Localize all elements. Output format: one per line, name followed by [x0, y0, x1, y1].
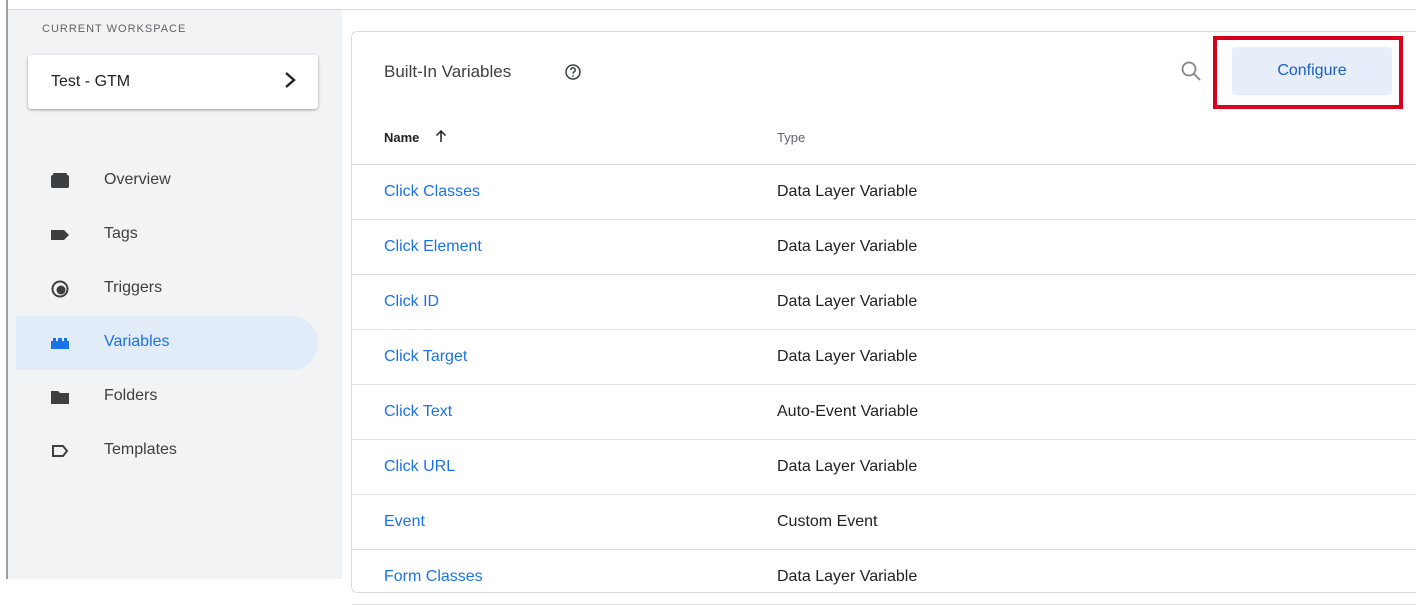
- sidebar-item-label: Tags: [104, 225, 138, 242]
- variable-type: Data Layer Variable: [777, 293, 918, 310]
- variable-name-link[interactable]: Click ID: [384, 293, 439, 311]
- overview-icon: [51, 173, 69, 188]
- variable-name-link[interactable]: Click Element: [384, 238, 482, 256]
- column-header-type: Type: [777, 130, 806, 145]
- table-row: Click ID Data Layer Variable: [352, 275, 1416, 330]
- sidebar-item-label: Folders: [104, 387, 158, 404]
- window-edge: [0, 0, 8, 579]
- top-bar: [0, 0, 1416, 10]
- workspace-label: CURRENT WORKSPACE: [42, 23, 187, 35]
- sidebar-item-variables[interactable]: Variables: [16, 316, 318, 370]
- table-row: Click Classes Data Layer Variable: [352, 165, 1416, 220]
- variable-name-link[interactable]: Click Classes: [384, 183, 480, 201]
- search-icon[interactable]: [1180, 60, 1202, 82]
- table-row: Event Custom Event: [352, 495, 1416, 550]
- sort-ascending-icon[interactable]: [434, 128, 448, 144]
- configure-button[interactable]: Configure: [1232, 47, 1392, 95]
- workspace-selector[interactable]: Test - GTM: [28, 55, 318, 109]
- tag-icon: [51, 230, 69, 240]
- variable-name-link[interactable]: Form Classes: [384, 568, 483, 586]
- sidebar-item-label: Variables: [104, 333, 170, 350]
- table-row: Click URL Data Layer Variable: [352, 440, 1416, 495]
- template-icon: [52, 445, 69, 457]
- variable-type: Data Layer Variable: [777, 238, 918, 255]
- panel-title: Built-In Variables: [384, 62, 512, 81]
- sidebar-nav: Overview Tags Triggers Variables Folders…: [16, 154, 318, 478]
- sidebar-item-label: Templates: [104, 441, 177, 458]
- table-row: Form Classes Data Layer Variable: [352, 550, 1416, 605]
- sidebar-item-templates[interactable]: Templates: [16, 424, 318, 478]
- variable-name-link[interactable]: Event: [384, 513, 425, 531]
- help-icon[interactable]: [564, 63, 582, 81]
- variable-name-link[interactable]: Click Target: [384, 348, 467, 366]
- sidebar-item-label: Triggers: [104, 279, 163, 296]
- built-in-variables-panel: Built-In Variables Configure Name Type C…: [351, 31, 1416, 605]
- sidebar-item-folders[interactable]: Folders: [16, 370, 318, 424]
- column-header-name[interactable]: Name: [384, 130, 419, 145]
- table-header: Name Type: [352, 120, 1416, 165]
- variable-type: Custom Event: [777, 513, 878, 530]
- sidebar-item-triggers[interactable]: Triggers: [16, 262, 318, 316]
- sidebar-item-overview[interactable]: Overview: [16, 154, 318, 208]
- table-row: Click Element Data Layer Variable: [352, 220, 1416, 275]
- variables-icon: [51, 338, 69, 349]
- trigger-icon: [51, 280, 69, 298]
- table-row: Click Target Data Layer Variable: [352, 330, 1416, 385]
- workspace-name: Test - GTM: [51, 73, 131, 90]
- sidebar-item-label: Overview: [104, 171, 171, 188]
- variable-type: Data Layer Variable: [777, 568, 918, 585]
- table-row: Click Text Auto-Event Variable: [352, 385, 1416, 440]
- variable-type: Data Layer Variable: [777, 458, 918, 475]
- variables-table-body: Click Classes Data Layer Variable Click …: [352, 165, 1416, 605]
- chevron-right-icon: [285, 72, 296, 88]
- folder-icon: [51, 391, 69, 404]
- variable-name-link[interactable]: Click URL: [384, 458, 455, 476]
- variable-type: Data Layer Variable: [777, 183, 918, 200]
- sidebar-item-tags[interactable]: Tags: [16, 208, 318, 262]
- variable-type: Data Layer Variable: [777, 348, 918, 365]
- variable-name-link[interactable]: Click Text: [384, 403, 452, 421]
- variable-type: Auto-Event Variable: [777, 403, 919, 420]
